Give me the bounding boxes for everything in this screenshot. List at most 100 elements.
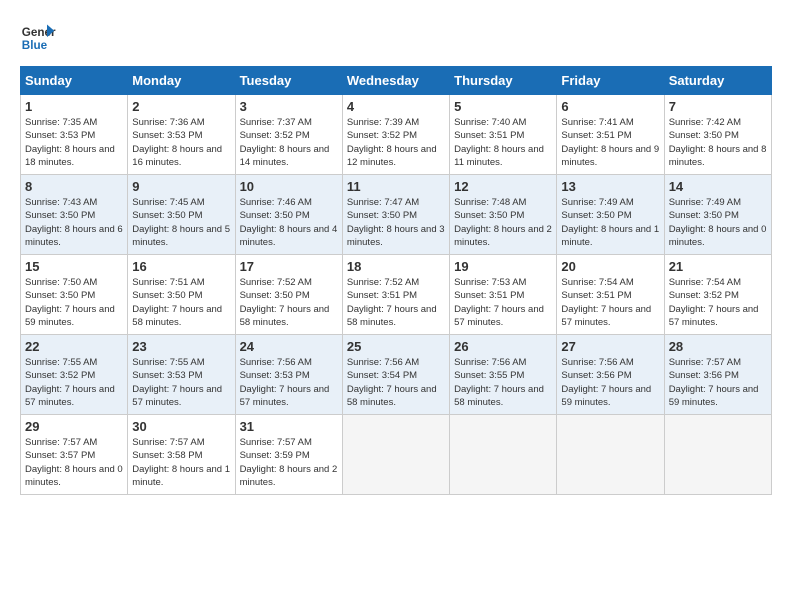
day-info: Sunrise: 7:49 AMSunset: 3:50 PMDaylight:… xyxy=(561,196,659,249)
day-of-week-header: Sunday xyxy=(21,67,128,95)
calendar-week-row: 8 Sunrise: 7:43 AMSunset: 3:50 PMDaylight… xyxy=(21,175,772,255)
day-number: 13 xyxy=(561,179,659,194)
day-info: Sunrise: 7:57 AMSunset: 3:57 PMDaylight:… xyxy=(25,436,123,489)
calendar-cell: 23 Sunrise: 7:55 AMSunset: 3:53 PMDayligh… xyxy=(128,335,235,415)
day-info: Sunrise: 7:41 AMSunset: 3:51 PMDaylight:… xyxy=(561,116,659,169)
day-info: Sunrise: 7:48 AMSunset: 3:50 PMDaylight:… xyxy=(454,196,552,249)
day-of-week-header: Monday xyxy=(128,67,235,95)
calendar-cell: 19 Sunrise: 7:53 AMSunset: 3:51 PMDayligh… xyxy=(450,255,557,335)
page-header: General Blue xyxy=(20,20,772,56)
day-info: Sunrise: 7:55 AMSunset: 3:52 PMDaylight:… xyxy=(25,356,123,409)
calendar-cell: 3Sunrise: 7:37 AMSunset: 3:52 PMDaylight… xyxy=(235,95,342,175)
calendar-cell xyxy=(557,415,664,495)
calendar-cell: 13 Sunrise: 7:49 AMSunset: 3:50 PMDayligh… xyxy=(557,175,664,255)
calendar-cell: 11 Sunrise: 7:47 AMSunset: 3:50 PMDayligh… xyxy=(342,175,449,255)
day-number: 7 xyxy=(669,99,767,114)
calendar-cell: 28 Sunrise: 7:57 AMSunset: 3:56 PMDayligh… xyxy=(664,335,771,415)
day-info: Sunrise: 7:43 AMSunset: 3:50 PMDaylight:… xyxy=(25,196,123,249)
day-number: 24 xyxy=(240,339,338,354)
calendar-cell: 29Sunrise: 7:57 AMSunset: 3:57 PMDayligh… xyxy=(21,415,128,495)
calendar-cell: 2 Sunrise: 7:36 AMSunset: 3:53 PMDaylight… xyxy=(128,95,235,175)
calendar-cell: 8 Sunrise: 7:43 AMSunset: 3:50 PMDaylight… xyxy=(21,175,128,255)
day-number: 28 xyxy=(669,339,767,354)
logo-icon: General Blue xyxy=(20,20,56,56)
day-number: 2 xyxy=(132,99,230,114)
day-number: 22 xyxy=(25,339,123,354)
day-number: 30 xyxy=(132,419,230,434)
calendar-week-row: 22 Sunrise: 7:55 AMSunset: 3:52 PMDayligh… xyxy=(21,335,772,415)
calendar-cell: 16 Sunrise: 7:51 AMSunset: 3:50 PMDayligh… xyxy=(128,255,235,335)
calendar-cell: 9 Sunrise: 7:45 AMSunset: 3:50 PMDaylight… xyxy=(128,175,235,255)
day-info: Sunrise: 7:55 AMSunset: 3:53 PMDaylight:… xyxy=(132,356,230,409)
day-number: 15 xyxy=(25,259,123,274)
day-number: 11 xyxy=(347,179,445,194)
day-info: Sunrise: 7:57 AMSunset: 3:56 PMDaylight:… xyxy=(669,356,767,409)
day-number: 1 xyxy=(25,99,123,114)
calendar-cell: 17Sunrise: 7:52 AMSunset: 3:50 PMDayligh… xyxy=(235,255,342,335)
day-number: 27 xyxy=(561,339,659,354)
day-number: 8 xyxy=(25,179,123,194)
day-number: 12 xyxy=(454,179,552,194)
day-info: Sunrise: 7:57 AMSunset: 3:59 PMDaylight:… xyxy=(240,436,338,489)
day-info: Sunrise: 7:54 AMSunset: 3:51 PMDaylight:… xyxy=(561,276,659,329)
day-info: Sunrise: 7:40 AMSunset: 3:51 PMDaylight:… xyxy=(454,116,552,169)
day-info: Sunrise: 7:39 AMSunset: 3:52 PMDaylight:… xyxy=(347,116,445,169)
day-number: 5 xyxy=(454,99,552,114)
day-info: Sunrise: 7:50 AMSunset: 3:50 PMDaylight:… xyxy=(25,276,123,329)
calendar-cell: 5 Sunrise: 7:40 AMSunset: 3:51 PMDaylight… xyxy=(450,95,557,175)
day-number: 25 xyxy=(347,339,445,354)
calendar-cell: 31 Sunrise: 7:57 AMSunset: 3:59 PMDayligh… xyxy=(235,415,342,495)
day-of-week-header: Thursday xyxy=(450,67,557,95)
calendar-header-row: SundayMondayTuesdayWednesdayThursdayFrid… xyxy=(21,67,772,95)
day-number: 18 xyxy=(347,259,445,274)
day-number: 3 xyxy=(240,99,338,114)
calendar-cell xyxy=(450,415,557,495)
day-of-week-header: Tuesday xyxy=(235,67,342,95)
day-number: 4 xyxy=(347,99,445,114)
day-info: Sunrise: 7:36 AMSunset: 3:53 PMDaylight:… xyxy=(132,116,230,169)
day-number: 31 xyxy=(240,419,338,434)
day-number: 20 xyxy=(561,259,659,274)
day-number: 16 xyxy=(132,259,230,274)
calendar-cell: 4 Sunrise: 7:39 AMSunset: 3:52 PMDaylight… xyxy=(342,95,449,175)
svg-text:Blue: Blue xyxy=(22,39,48,52)
day-number: 6 xyxy=(561,99,659,114)
day-info: Sunrise: 7:46 AMSunset: 3:50 PMDaylight:… xyxy=(240,196,338,249)
calendar-cell: 12 Sunrise: 7:48 AMSunset: 3:50 PMDayligh… xyxy=(450,175,557,255)
calendar-cell: 7 Sunrise: 7:42 AMSunset: 3:50 PMDaylight… xyxy=(664,95,771,175)
calendar-cell xyxy=(664,415,771,495)
day-info: Sunrise: 7:53 AMSunset: 3:51 PMDaylight:… xyxy=(454,276,552,329)
day-info: Sunrise: 7:54 AMSunset: 3:52 PMDaylight:… xyxy=(669,276,767,329)
day-info: Sunrise: 7:42 AMSunset: 3:50 PMDaylight:… xyxy=(669,116,767,169)
calendar-cell: 22 Sunrise: 7:55 AMSunset: 3:52 PMDayligh… xyxy=(21,335,128,415)
calendar-cell: 24 Sunrise: 7:56 AMSunset: 3:53 PMDayligh… xyxy=(235,335,342,415)
day-number: 19 xyxy=(454,259,552,274)
day-number: 26 xyxy=(454,339,552,354)
calendar-week-row: 15 Sunrise: 7:50 AMSunset: 3:50 PMDayligh… xyxy=(21,255,772,335)
day-of-week-header: Saturday xyxy=(664,67,771,95)
calendar-cell: 21Sunrise: 7:54 AMSunset: 3:52 PMDayligh… xyxy=(664,255,771,335)
calendar-cell: 1Sunrise: 7:35 AMSunset: 3:53 PMDaylight… xyxy=(21,95,128,175)
calendar-cell: 20 Sunrise: 7:54 AMSunset: 3:51 PMDayligh… xyxy=(557,255,664,335)
calendar-cell: 6 Sunrise: 7:41 AMSunset: 3:51 PMDaylight… xyxy=(557,95,664,175)
day-info: Sunrise: 7:56 AMSunset: 3:54 PMDaylight:… xyxy=(347,356,445,409)
day-info: Sunrise: 7:45 AMSunset: 3:50 PMDaylight:… xyxy=(132,196,230,249)
day-of-week-header: Friday xyxy=(557,67,664,95)
calendar-cell: 26 Sunrise: 7:56 AMSunset: 3:55 PMDayligh… xyxy=(450,335,557,415)
calendar-week-row: 1Sunrise: 7:35 AMSunset: 3:53 PMDaylight… xyxy=(21,95,772,175)
calendar-cell: 15 Sunrise: 7:50 AMSunset: 3:50 PMDayligh… xyxy=(21,255,128,335)
calendar-cell: 10Sunrise: 7:46 AMSunset: 3:50 PMDayligh… xyxy=(235,175,342,255)
day-info: Sunrise: 7:56 AMSunset: 3:53 PMDaylight:… xyxy=(240,356,338,409)
day-info: Sunrise: 7:56 AMSunset: 3:55 PMDaylight:… xyxy=(454,356,552,409)
calendar-cell xyxy=(342,415,449,495)
day-number: 23 xyxy=(132,339,230,354)
calendar-cell: 14Sunrise: 7:49 AMSunset: 3:50 PMDayligh… xyxy=(664,175,771,255)
day-info: Sunrise: 7:52 AMSunset: 3:51 PMDaylight:… xyxy=(347,276,445,329)
day-info: Sunrise: 7:47 AMSunset: 3:50 PMDaylight:… xyxy=(347,196,445,249)
day-info: Sunrise: 7:49 AMSunset: 3:50 PMDaylight:… xyxy=(669,196,767,249)
calendar-cell: 27Sunrise: 7:56 AMSunset: 3:56 PMDayligh… xyxy=(557,335,664,415)
day-number: 9 xyxy=(132,179,230,194)
calendar-cell: 30Sunrise: 7:57 AMSunset: 3:58 PMDayligh… xyxy=(128,415,235,495)
day-info: Sunrise: 7:51 AMSunset: 3:50 PMDaylight:… xyxy=(132,276,230,329)
day-number: 17 xyxy=(240,259,338,274)
